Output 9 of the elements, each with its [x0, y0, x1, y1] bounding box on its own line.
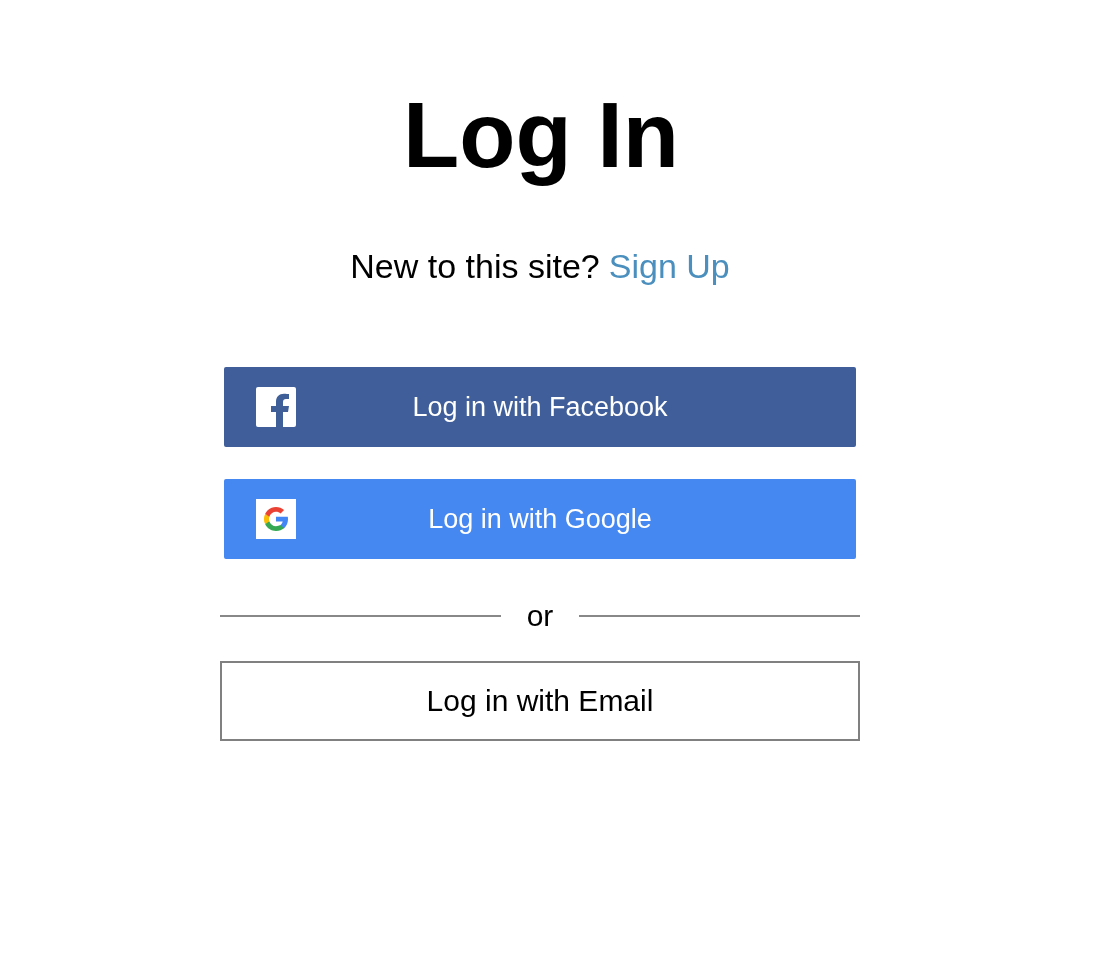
facebook-icon — [256, 387, 296, 427]
facebook-login-button[interactable]: Log in with Facebook — [224, 367, 856, 447]
page-title: Log In — [403, 83, 679, 188]
signup-prompt: New to this site? — [350, 246, 600, 286]
email-login-button[interactable]: Log in with Email — [220, 661, 860, 741]
google-icon — [256, 499, 296, 539]
divider-text: or — [526, 601, 554, 631]
google-login-button[interactable]: Log in with Google — [224, 479, 856, 559]
signup-link[interactable]: Sign Up — [608, 246, 730, 286]
